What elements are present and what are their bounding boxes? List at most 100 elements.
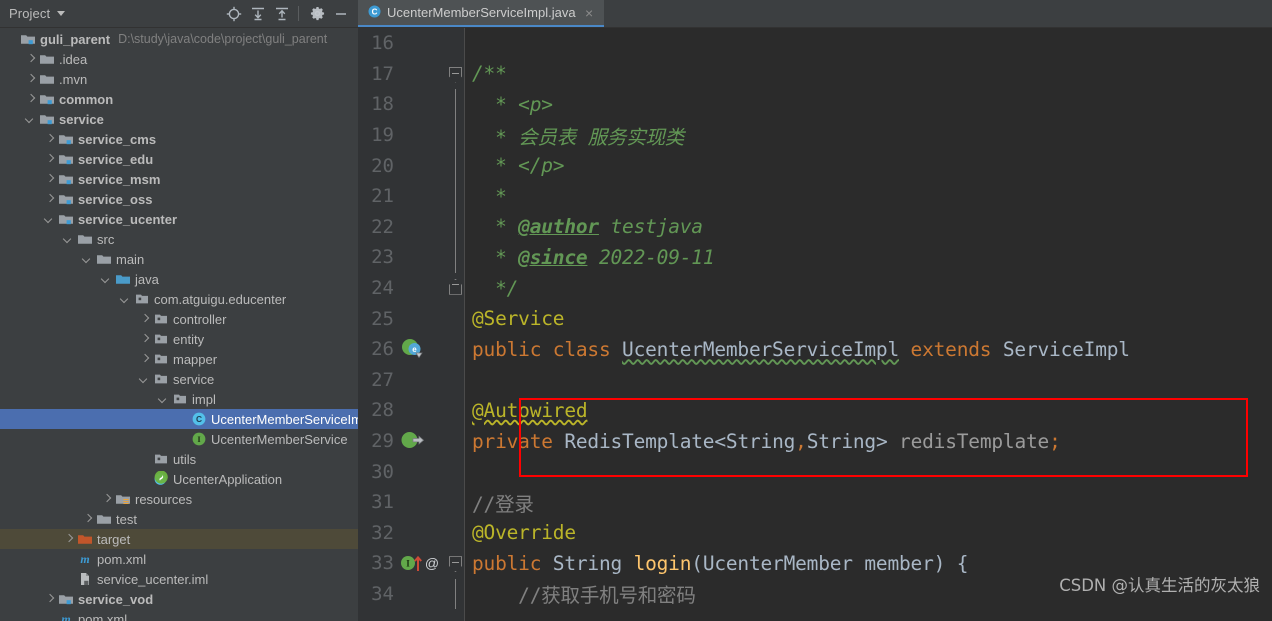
tree-node-test[interactable]: test	[0, 509, 358, 529]
tree-node-controller[interactable]: controller	[0, 309, 358, 329]
tree-node-pom-xml[interactable]: mpom.xml	[0, 609, 358, 621]
bean-icon[interactable]	[400, 426, 448, 457]
tree-node-pom-xml[interactable]: mpom.xml	[0, 549, 358, 569]
fold-top-icon[interactable]	[448, 548, 464, 579]
close-icon[interactable]: ×	[583, 6, 596, 20]
code-text[interactable]: @Service	[464, 307, 1272, 330]
tree-node-mvn[interactable]: .mvn	[0, 69, 358, 89]
chevron-right-icon[interactable]	[44, 174, 55, 185]
tree-node-com-atguigu-educenter[interactable]: com.atguigu.educenter	[0, 289, 358, 309]
chevron-right-icon[interactable]	[139, 334, 150, 345]
chevron-right-icon[interactable]	[63, 534, 74, 545]
line-number[interactable]: 17	[358, 63, 400, 85]
chevron-right-icon[interactable]	[139, 314, 150, 325]
line-number[interactable]: 27	[358, 369, 400, 391]
code-text[interactable]: *	[464, 185, 1272, 208]
code-text[interactable]: * <p>	[464, 93, 1272, 116]
tree-node-service[interactable]: service	[0, 369, 358, 389]
line-number[interactable]: 29	[358, 430, 400, 452]
tree-node-service-ucenter-iml[interactable]: service_ucenter.iml	[0, 569, 358, 589]
tree-node-ucentermemberservice[interactable]: IUcenterMemberService	[0, 429, 358, 449]
project-panel-title[interactable]: Project	[9, 6, 50, 21]
tree-node-idea[interactable]: .idea	[0, 49, 358, 69]
tree-node-service-oss[interactable]: service_oss	[0, 189, 358, 209]
code-text[interactable]: //登录	[464, 488, 1272, 517]
line-number[interactable]: 19	[358, 124, 400, 146]
tree-node-ucentermemberserviceimpl[interactable]: CUcenterMemberServiceImpl	[0, 409, 358, 429]
line-number[interactable]: 32	[358, 522, 400, 544]
tree-node-common[interactable]: common	[0, 89, 358, 109]
code-text[interactable]: private RedisTemplate<String,String> red…	[464, 430, 1272, 453]
tree-node-src[interactable]: src	[0, 229, 358, 249]
chevron-down-icon[interactable]	[158, 394, 169, 405]
chevron-down-icon[interactable]	[44, 214, 55, 225]
locate-icon[interactable]	[223, 3, 245, 25]
code-text[interactable]: * </p>	[464, 154, 1272, 177]
line-number[interactable]: 30	[358, 461, 400, 483]
tree-node-entity[interactable]: entity	[0, 329, 358, 349]
chevron-right-icon[interactable]	[44, 194, 55, 205]
chevron-down-icon[interactable]	[25, 114, 36, 125]
line-number[interactable]: 21	[358, 185, 400, 207]
settings-gear-icon[interactable]	[306, 3, 328, 25]
tree-node-service-edu[interactable]: service_edu	[0, 149, 358, 169]
minimize-icon[interactable]	[330, 3, 352, 25]
tree-node-service[interactable]: service	[0, 109, 358, 129]
chevron-right-icon[interactable]	[25, 74, 36, 85]
expand-all-icon[interactable]	[247, 3, 269, 25]
tree-node-java[interactable]: java	[0, 269, 358, 289]
tree-node-service-ucenter[interactable]: service_ucenter	[0, 209, 358, 229]
collapse-all-icon[interactable]	[271, 3, 293, 25]
code-text[interactable]: * @since 2022-09-11	[464, 246, 1272, 269]
chevron-down-icon[interactable]	[63, 234, 74, 245]
chevron-right-icon[interactable]	[25, 54, 36, 65]
chevron-down-icon[interactable]	[139, 374, 150, 385]
code-text[interactable]: /**	[464, 62, 1272, 85]
tree-node-ucenterapplication[interactable]: UcenterApplication	[0, 469, 358, 489]
code-text[interactable]: @Autowired	[464, 399, 1272, 422]
impl-class-icon[interactable]: e	[400, 334, 448, 365]
line-number[interactable]: 26	[358, 338, 400, 360]
line-number[interactable]: 25	[358, 308, 400, 330]
chevron-right-icon[interactable]	[82, 514, 93, 525]
editor-tab-ucentermemberserviceimpl[interactable]: C UcenterMemberServiceImpl.java ×	[358, 0, 604, 27]
line-number[interactable]: 23	[358, 246, 400, 268]
chevron-down-icon[interactable]	[120, 294, 131, 305]
chevron-right-icon[interactable]	[25, 94, 36, 105]
line-number[interactable]: 16	[358, 32, 400, 54]
tree-node-target[interactable]: target	[0, 529, 358, 549]
tree-node-utils[interactable]: utils	[0, 449, 358, 469]
chevron-right-icon[interactable]	[44, 134, 55, 145]
chevron-down-icon[interactable]	[101, 274, 112, 285]
chevron-down-icon[interactable]	[57, 11, 65, 16]
tree-node-service-vod[interactable]: service_vod	[0, 589, 358, 609]
line-number[interactable]: 20	[358, 155, 400, 177]
tree-node-main[interactable]: main	[0, 249, 358, 269]
tree-node-resources[interactable]: resources	[0, 489, 358, 509]
line-number[interactable]: 34	[358, 583, 400, 605]
tree-node-impl[interactable]: impl	[0, 389, 358, 409]
fold-bottom-icon[interactable]	[448, 273, 464, 304]
tree-node-mapper[interactable]: mapper	[0, 349, 358, 369]
code-text[interactable]: public class UcenterMemberServiceImpl ex…	[464, 338, 1272, 361]
override-icon[interactable]: I@	[400, 548, 448, 579]
tree-node-service-msm[interactable]: service_msm	[0, 169, 358, 189]
code-text[interactable]: * 会员表 服务实现类	[464, 121, 1272, 150]
tree-node-guli-parent[interactable]: guli_parentD:\study\java\code\project\gu…	[0, 29, 358, 49]
line-number[interactable]: 28	[358, 399, 400, 421]
code-text[interactable]: */	[464, 277, 1272, 300]
fold-top-icon[interactable]	[448, 59, 464, 90]
line-number[interactable]: 22	[358, 216, 400, 238]
chevron-down-icon[interactable]	[82, 254, 93, 265]
line-number[interactable]: 33	[358, 552, 400, 574]
project-tree[interactable]: guli_parentD:\study\java\code\project\gu…	[0, 28, 358, 621]
code-viewport[interactable]: 16 17 /** 18 * <p> 19 * 会员表 服务实现类 20 * </p> 21…	[358, 28, 1272, 621]
line-number[interactable]: 18	[358, 93, 400, 115]
chevron-right-icon[interactable]	[101, 494, 112, 505]
chevron-right-icon[interactable]	[139, 354, 150, 365]
chevron-right-icon[interactable]	[44, 594, 55, 605]
code-text[interactable]: @Override	[464, 521, 1272, 544]
line-number[interactable]: 31	[358, 491, 400, 513]
line-number[interactable]: 24	[358, 277, 400, 299]
chevron-right-icon[interactable]	[44, 154, 55, 165]
